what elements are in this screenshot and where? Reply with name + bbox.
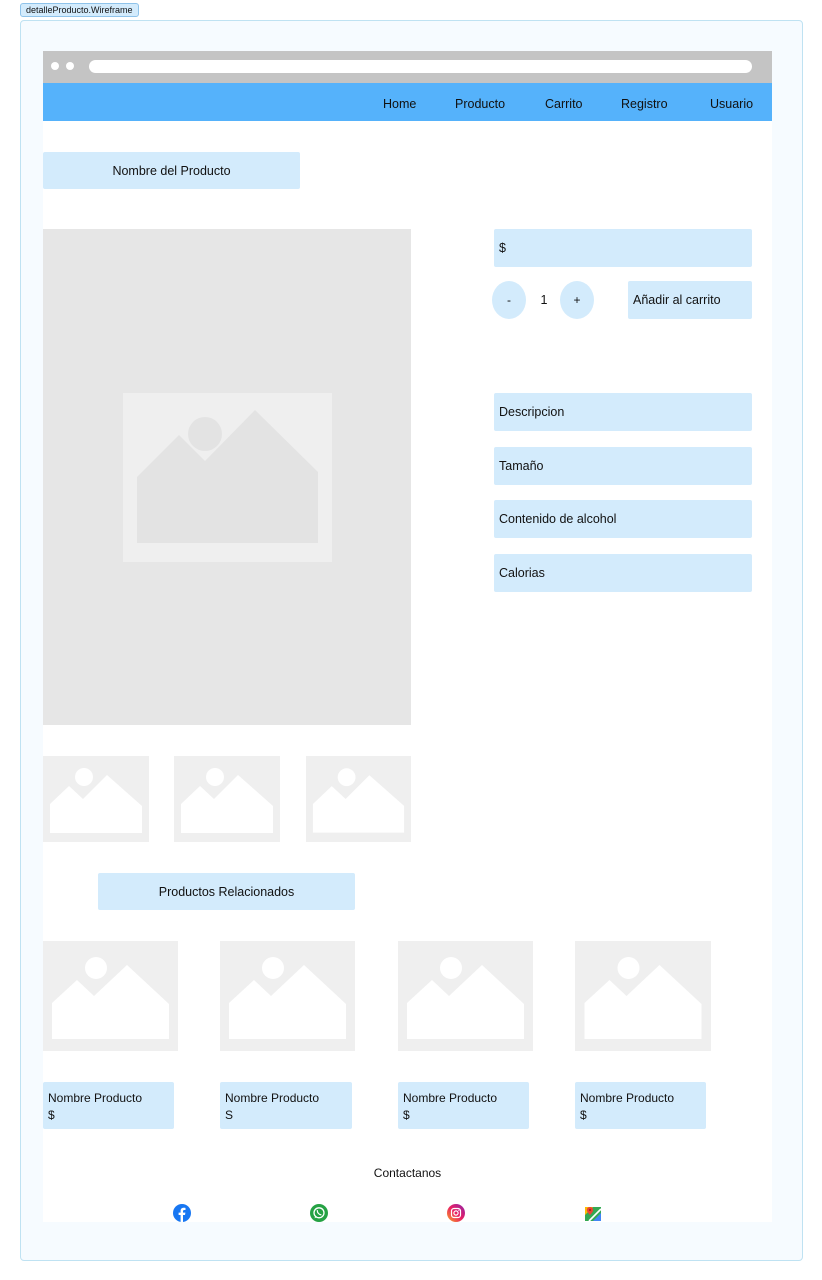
url-bar[interactable] xyxy=(89,60,752,73)
related-product-name: Nombre Producto xyxy=(48,1091,143,1105)
add-to-cart-button[interactable]: Añadir al carrito xyxy=(628,281,752,319)
related-product-price: S xyxy=(225,1108,234,1122)
related-product-image[interactable] xyxy=(43,941,178,1051)
page: Home Producto Carrito Registro Usuario N… xyxy=(43,51,772,1222)
browser-bar xyxy=(43,51,772,83)
image-placeholder-icon xyxy=(312,768,405,833)
navbar: Home Producto Carrito Registro Usuario xyxy=(43,83,772,121)
image-placeholder-icon xyxy=(52,957,169,1039)
contact-title: Contactanos xyxy=(373,1166,442,1180)
related-product-name: Nombre Producto xyxy=(225,1091,320,1105)
related-product-info[interactable]: Nombre Producto $ xyxy=(43,1082,174,1129)
related-product-info[interactable]: Nombre Producto S xyxy=(220,1082,352,1129)
detail-contenido-alcohol: Contenido de alcohol xyxy=(494,500,752,538)
related-product-price: $ xyxy=(48,1108,55,1122)
detail-tamano: Tamaño xyxy=(494,447,752,485)
related-products-title: Productos Relacionados xyxy=(98,873,355,910)
thumbnail-image[interactable] xyxy=(174,756,280,842)
window-dot-icon xyxy=(51,62,59,70)
detail-calorias: Calorias xyxy=(494,554,752,592)
main-product-image xyxy=(43,229,411,725)
frame-label: detalleProducto.Wireframe xyxy=(20,3,139,17)
related-product-image[interactable] xyxy=(220,941,355,1051)
image-placeholder-icon xyxy=(584,957,702,1039)
thumbnail-image[interactable] xyxy=(43,756,149,842)
facebook-icon[interactable] xyxy=(173,1204,191,1222)
image-placeholder-icon xyxy=(123,393,332,562)
image-placeholder-icon xyxy=(407,957,524,1039)
related-product-name: Nombre Producto xyxy=(580,1091,675,1105)
nav-carrito[interactable]: Carrito xyxy=(545,83,583,121)
thumbnail-image[interactable] xyxy=(306,756,411,842)
nav-producto[interactable]: Producto xyxy=(455,83,505,121)
window-dot-icon xyxy=(66,62,74,70)
related-product-info[interactable]: Nombre Producto $ xyxy=(575,1082,706,1129)
related-product-image[interactable] xyxy=(398,941,533,1051)
nav-home[interactable]: Home xyxy=(383,83,416,121)
image-placeholder-icon xyxy=(50,768,142,833)
detail-descripcion: Descripcion xyxy=(494,393,752,431)
price-field: $ xyxy=(494,229,752,267)
whatsapp-icon[interactable] xyxy=(310,1204,328,1222)
nav-registro[interactable]: Registro xyxy=(621,83,668,121)
nav-usuario[interactable]: Usuario xyxy=(710,83,753,121)
image-placeholder-icon xyxy=(229,957,346,1039)
qty-increase-button[interactable]: + xyxy=(560,281,594,319)
instagram-icon[interactable] xyxy=(447,1204,465,1222)
image-placeholder-icon xyxy=(181,768,273,833)
related-product-price: $ xyxy=(580,1108,587,1122)
maps-icon[interactable] xyxy=(584,1204,602,1222)
product-name: Nombre del Producto xyxy=(43,152,300,189)
related-product-price: $ xyxy=(403,1108,410,1122)
qty-value: 1 xyxy=(540,293,548,307)
related-product-image[interactable] xyxy=(575,941,711,1051)
related-product-name: Nombre Producto xyxy=(403,1091,498,1105)
qty-decrease-button[interactable]: - xyxy=(492,281,526,319)
related-product-info[interactable]: Nombre Producto $ xyxy=(398,1082,529,1129)
